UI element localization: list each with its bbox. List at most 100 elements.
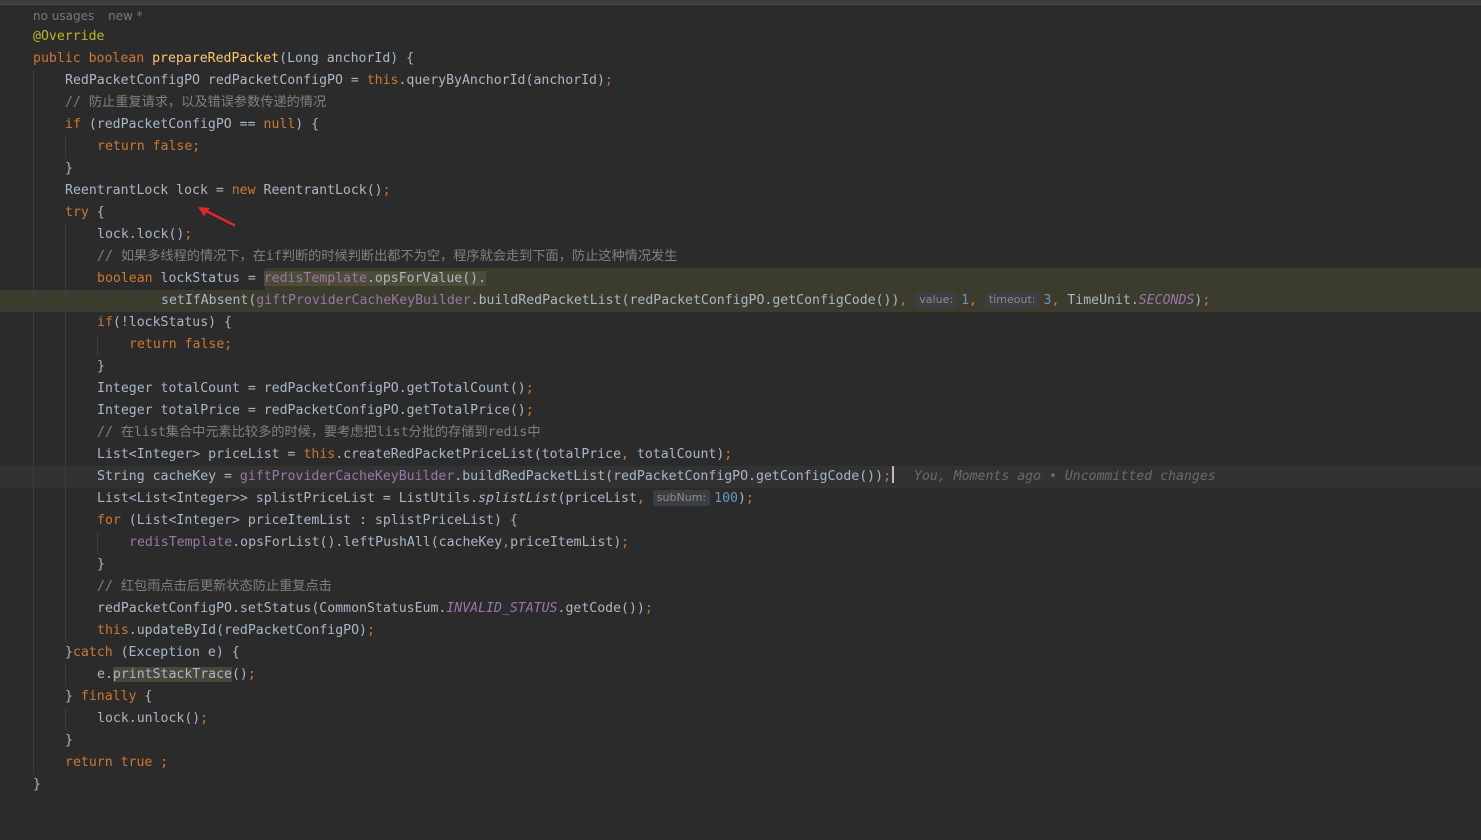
code-line[interactable]: } bbox=[0, 774, 1481, 796]
code-token: ; bbox=[621, 535, 630, 550]
code-text: } finally { bbox=[65, 686, 152, 708]
code-line[interactable]: if(!lockStatus) { bbox=[0, 312, 1481, 334]
code-text: if(!lockStatus) { bbox=[97, 312, 232, 334]
git-blame-annotation[interactable]: You, Moments ago • Uncommitted changes bbox=[914, 469, 1216, 484]
code-text: boolean lockStatus = redisTemplate.opsFo… bbox=[97, 268, 487, 290]
code-vision-hint[interactable]: no usages new * bbox=[33, 9, 153, 23]
code-line[interactable]: redisTemplate.opsForList().leftPushAll(c… bbox=[0, 532, 1481, 554]
code-text: } bbox=[97, 557, 105, 572]
method-params: (Long anchorId) { bbox=[279, 51, 415, 66]
code-token: redisTemplate bbox=[263, 271, 367, 286]
code-line[interactable]: // 红包雨点击后更新状态防止重复点击 bbox=[0, 576, 1481, 598]
code-line[interactable]: } bbox=[0, 356, 1481, 378]
code-line[interactable]: } finally { bbox=[0, 686, 1481, 708]
code-line[interactable]: Integer totalCount = redPacketConfigPO.g… bbox=[0, 378, 1481, 400]
indent-guide bbox=[33, 488, 34, 510]
indent-guide bbox=[33, 334, 34, 356]
code-token: redisTemplate bbox=[129, 535, 233, 550]
code-text: lock.lock(); bbox=[97, 224, 192, 246]
code-line[interactable]: return false; bbox=[0, 334, 1481, 356]
code-line[interactable]: setIfAbsent(giftProviderCacheKeyBuilder.… bbox=[0, 290, 1481, 312]
code-token: TimeUnit. bbox=[1067, 293, 1139, 308]
indent-guide bbox=[65, 136, 66, 158]
code-line[interactable]: redPacketConfigPO.setStatus(CommonStatus… bbox=[0, 598, 1481, 620]
code-token: INVALID_STATUS bbox=[446, 601, 558, 616]
indent-guide bbox=[33, 202, 34, 224]
code-line[interactable]: ReentrantLock lock = new ReentrantLock()… bbox=[0, 180, 1481, 202]
code-token: 1 bbox=[961, 293, 970, 308]
code-token: finally bbox=[80, 689, 137, 704]
code-token: this bbox=[303, 447, 336, 462]
code-line[interactable]: return false; bbox=[0, 136, 1481, 158]
indent-guide bbox=[65, 708, 66, 730]
code-line[interactable]: // 防止重复请求，以及错误参数传递的情况 bbox=[0, 92, 1481, 114]
code-token: , bbox=[621, 447, 637, 462]
text-caret bbox=[892, 466, 894, 483]
indent-guide bbox=[65, 422, 66, 444]
code-token: giftProviderCacheKeyBuilder bbox=[239, 469, 455, 484]
code-token: () bbox=[231, 667, 248, 682]
code-line[interactable]: lock.unlock(); bbox=[0, 708, 1481, 730]
code-line[interactable]: List<List<Integer>> splistPriceList = Li… bbox=[0, 488, 1481, 510]
code-line[interactable]: // 如果多线程的情况下，在if判断的时候判断出都不为空，程序就会走到下面，防止… bbox=[0, 246, 1481, 268]
code-text: Integer totalPrice = redPacketConfigPO.g… bbox=[97, 400, 534, 422]
indent-guide bbox=[33, 466, 34, 488]
code-token: this bbox=[97, 623, 129, 638]
code-token: ; bbox=[200, 711, 209, 726]
indent-guide bbox=[65, 268, 66, 290]
code-token: , bbox=[502, 535, 511, 550]
code-line[interactable]: } bbox=[0, 730, 1481, 752]
code-line[interactable]: // 在list集合中元素比较多的时候，要考虑把list分批的存储到redis中 bbox=[0, 422, 1481, 444]
indent-guide bbox=[33, 576, 34, 598]
indent-guide bbox=[65, 576, 66, 598]
code-line[interactable]: boolean lockStatus = redisTemplate.opsFo… bbox=[0, 268, 1481, 290]
indent-guide bbox=[65, 664, 66, 686]
indent-guide bbox=[33, 224, 34, 246]
modifier-keywords: public boolean bbox=[33, 51, 153, 66]
code-token: ; bbox=[724, 447, 733, 462]
code-line[interactable]: e.printStackTrace(); bbox=[0, 664, 1481, 686]
code-text: } bbox=[33, 777, 41, 792]
usages-hint[interactable]: no usages bbox=[33, 9, 94, 23]
code-token: ; bbox=[525, 403, 534, 418]
code-line[interactable]: for (List<Integer> priceItemList : splis… bbox=[0, 510, 1481, 532]
code-line[interactable]: public boolean prepareRedPacket(Long anc… bbox=[0, 48, 1481, 70]
code-token: ; bbox=[525, 381, 534, 396]
method-signature: public boolean prepareRedPacket(Long anc… bbox=[33, 48, 414, 70]
code-token: RedPacketConfigPO redPacketConfigPO = bbox=[65, 73, 367, 88]
code-line[interactable]: RedPacketConfigPO redPacketConfigPO = th… bbox=[0, 70, 1481, 92]
code-token: ; bbox=[1202, 293, 1211, 308]
code-line[interactable]: } bbox=[0, 158, 1481, 180]
code-token: new bbox=[231, 183, 256, 198]
indent-guide bbox=[65, 532, 66, 554]
code-text: RedPacketConfigPO redPacketConfigPO = th… bbox=[65, 70, 613, 92]
code-token: ReentrantLock() bbox=[255, 183, 383, 198]
indent-guide bbox=[33, 598, 34, 620]
code-token: } bbox=[65, 645, 73, 660]
code-line[interactable]: return true ; bbox=[0, 752, 1481, 774]
indent-guide bbox=[33, 730, 34, 752]
code-token: if bbox=[97, 315, 113, 330]
code-text: } bbox=[97, 359, 105, 374]
code-line[interactable]: if (redPacketConfigPO == null) { bbox=[0, 114, 1481, 136]
code-line[interactable]: } bbox=[0, 554, 1481, 576]
code-line[interactable]: }catch (Exception e) { bbox=[0, 642, 1481, 664]
parameter-hint: subNum: bbox=[652, 490, 711, 506]
code-line[interactable]: this.updateById(redPacketConfigPO); bbox=[0, 620, 1481, 642]
code-line[interactable]: @Override bbox=[0, 26, 1481, 48]
indent-guide bbox=[65, 312, 66, 334]
code-token: totalCount) bbox=[636, 447, 725, 462]
code-token: Integer totalCount = redPacketConfigPO.g… bbox=[97, 381, 526, 396]
code-text: String cacheKey = giftProviderCacheKeyBu… bbox=[97, 466, 1216, 488]
indent-guide bbox=[33, 422, 34, 444]
code-token: , bbox=[899, 293, 916, 308]
indent-guide bbox=[33, 664, 34, 686]
indent-guide bbox=[33, 246, 34, 268]
code-line-current[interactable]: String cacheKey = giftProviderCacheKeyBu… bbox=[0, 466, 1481, 488]
code-token: List<Integer> priceList = bbox=[97, 447, 304, 462]
indent-guide bbox=[33, 510, 34, 532]
indent-guide bbox=[33, 312, 34, 334]
code-line[interactable]: List<Integer> priceList = this.createRed… bbox=[0, 444, 1481, 466]
code-line[interactable]: Integer totalPrice = redPacketConfigPO.g… bbox=[0, 400, 1481, 422]
author-status-hint[interactable]: new * bbox=[108, 9, 143, 23]
